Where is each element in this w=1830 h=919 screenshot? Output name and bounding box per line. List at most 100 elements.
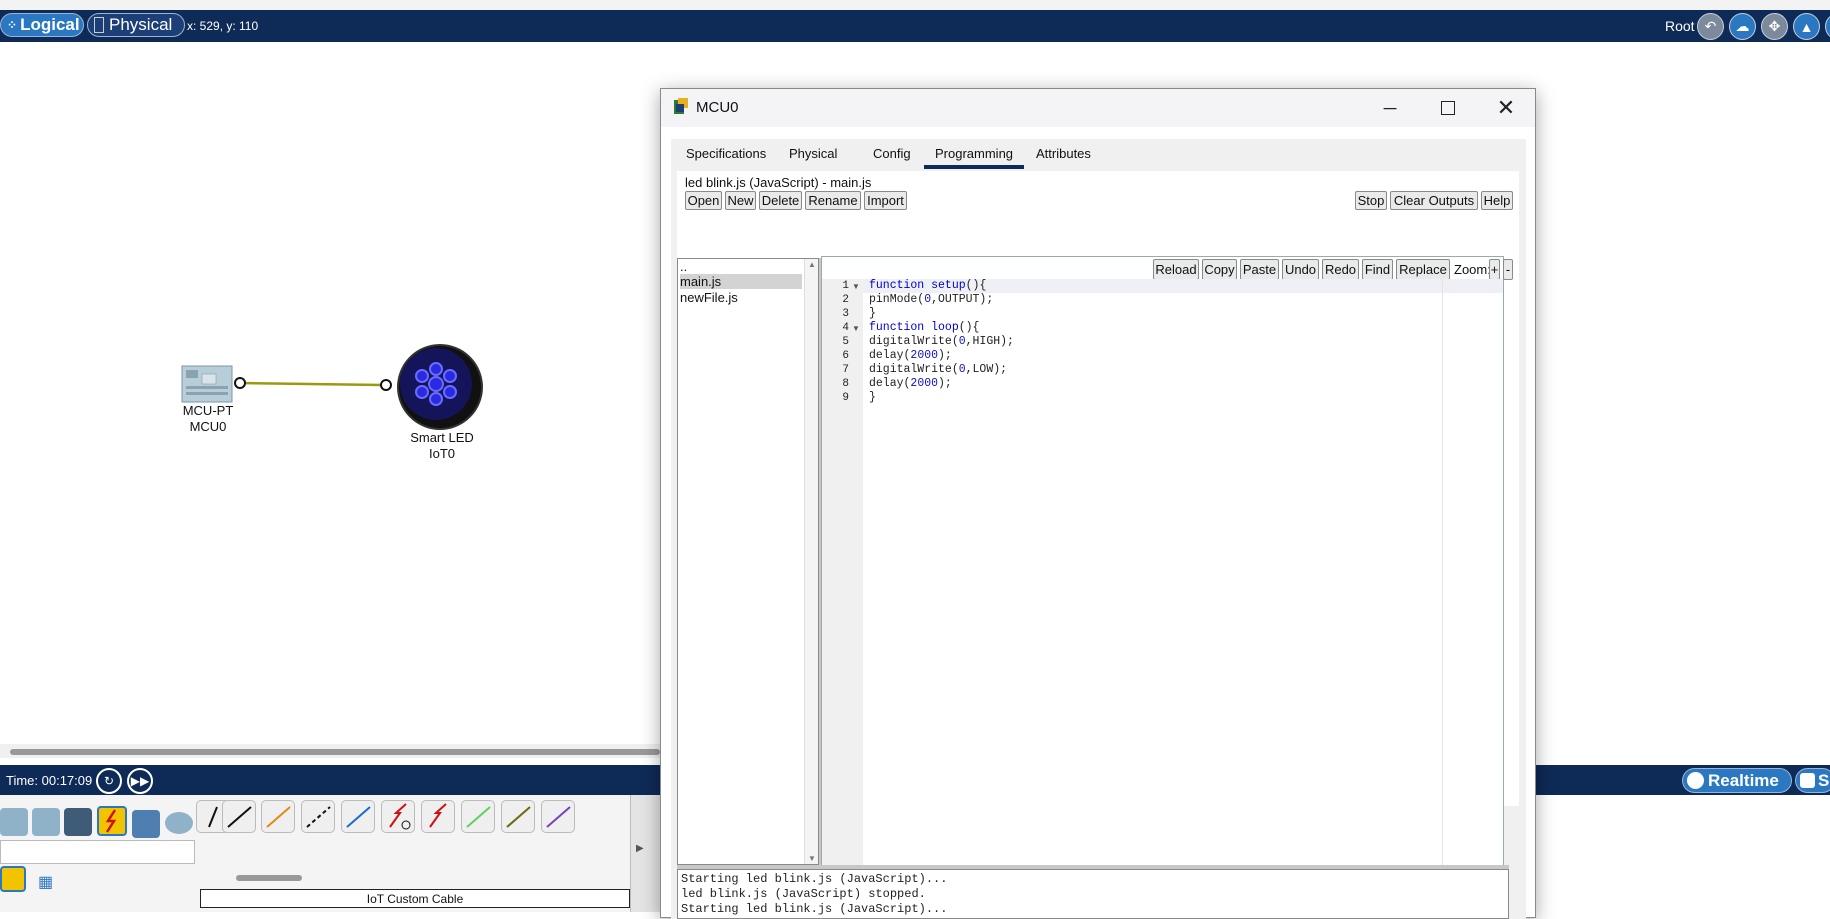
clear-outputs-button[interactable]: Clear Outputs (1390, 191, 1478, 210)
device-model: MCU-PT (182, 403, 234, 418)
code-line-1[interactable]: function setup(){ (869, 279, 986, 292)
workspace-canvas[interactable] (0, 42, 660, 742)
back-icon[interactable]: ↶ (1697, 13, 1724, 40)
device-model: Smart LED (410, 430, 474, 445)
logical-label: Logical (20, 15, 80, 34)
palette-divider[interactable]: ▶ (630, 795, 660, 912)
iot-link-line[interactable] (239, 381, 387, 387)
output-line: Starting led blink.js (JavaScript)... (681, 872, 948, 886)
expand-arrow-icon[interactable]: ▶ (636, 843, 644, 854)
redo-button[interactable]: Redo (1322, 259, 1359, 280)
serial-dte-cable-icon[interactable] (421, 800, 455, 833)
network-devices-icon[interactable] (0, 808, 28, 836)
crossover-cable-icon[interactable] (301, 800, 335, 833)
cluster-icon[interactable] (1825, 13, 1830, 40)
miscellaneous-icon[interactable] (132, 810, 160, 838)
connections-icon[interactable] (97, 806, 127, 836)
tab-attributes[interactable]: Attributes (1036, 143, 1091, 165)
palette-scrollbar-thumb[interactable] (236, 875, 302, 881)
usb-cable-icon[interactable] (541, 800, 575, 833)
move-icon[interactable]: ✥ (1761, 13, 1788, 40)
grid-icon[interactable]: ▦ (38, 872, 53, 892)
undo-button[interactable]: Undo (1282, 259, 1319, 280)
fold-arrow-icon[interactable]: ▼ (852, 324, 860, 333)
zoom-out-button[interactable]: - (1503, 259, 1513, 280)
mountain-icon[interactable]: ▲ (1793, 13, 1820, 40)
device-search-field[interactable] (0, 840, 195, 864)
simulation-mode-button[interactable]: S (1795, 768, 1830, 793)
link-endpoint-mcu (234, 377, 246, 389)
serial-dce-cable-icon[interactable] (381, 800, 415, 833)
stop-button[interactable]: Stop (1355, 191, 1387, 210)
scroll-down-icon[interactable]: ▼ (808, 854, 816, 863)
maximize-icon[interactable] (1419, 89, 1477, 127)
help-button[interactable]: Help (1481, 191, 1513, 210)
selected-connection-type-icon[interactable] (0, 866, 26, 892)
logical-view-button[interactable]: ⁘ Logical (0, 13, 84, 37)
simulation-icon (1800, 773, 1815, 788)
tab-specifications[interactable]: Specifications (686, 143, 766, 165)
code-line-7[interactable]: digitalWrite(0,LOW); (869, 363, 1007, 376)
reload-button[interactable]: Reload (1153, 259, 1199, 280)
fold-arrow-icon[interactable]: ▼ (852, 282, 860, 291)
dialog-titlebar[interactable]: MCU0 ─ ✕ (661, 89, 1535, 127)
tab-programming[interactable]: Programming (924, 143, 1025, 169)
list-item-parent[interactable]: .. (680, 259, 802, 274)
import-button[interactable]: Import (864, 191, 907, 210)
code-editor[interactable]: Reload Copy Paste Undo Redo Find Replace… (821, 256, 1513, 867)
lightning-icon (105, 809, 117, 833)
minimize-icon[interactable]: ─ (1361, 89, 1419, 127)
line-number: 4 (842, 322, 849, 334)
find-button[interactable]: Find (1362, 259, 1393, 280)
workspace-scrollbar[interactable] (0, 744, 660, 758)
realtime-mode-button[interactable]: Realtime (1682, 768, 1792, 793)
close-icon[interactable]: ✕ (1477, 89, 1535, 127)
file-list[interactable]: .. main.js newFile.js ▲ ▼ (677, 258, 819, 865)
code-line-2[interactable]: pinMode(0,OUTPUT); (869, 293, 993, 306)
coaxial-cable-icon[interactable] (461, 800, 495, 833)
code-line-8[interactable]: delay(2000); (869, 377, 952, 390)
zoom-label: Zoom: (1454, 262, 1491, 277)
file-list-scrollbar[interactable]: ▲ ▼ (804, 259, 818, 864)
copy-button[interactable]: Copy (1202, 259, 1237, 280)
device-name: MCU0 (189, 419, 227, 434)
fast-forward-icon[interactable]: ▶▶ (127, 768, 153, 794)
code-line-9[interactable]: } (869, 391, 876, 404)
mcu-dialog-window: MCU0 ─ ✕ Specifications Physical Config … (660, 88, 1536, 919)
console-cable-icon[interactable] (222, 800, 256, 833)
print-margin (1442, 279, 1443, 867)
line-number: 8 (842, 378, 849, 390)
list-item-main-js[interactable]: main.js (680, 274, 802, 289)
end-devices-icon[interactable] (32, 808, 60, 836)
scroll-up-icon[interactable]: ▲ (808, 260, 816, 269)
multiuser-icon[interactable] (165, 812, 193, 834)
logical-icon: ⁘ (7, 18, 18, 32)
code-line-3[interactable]: } (869, 307, 876, 320)
fiber-cable-icon[interactable] (341, 800, 375, 833)
paste-button[interactable]: Paste (1240, 259, 1279, 280)
simulation-time: Time: 00:17:09 (6, 773, 93, 788)
open-button[interactable]: Open (685, 191, 722, 210)
smart-led-device-icon[interactable] (397, 344, 483, 430)
straight-through-cable-icon[interactable] (261, 800, 295, 833)
zoom-in-button[interactable]: + (1489, 259, 1500, 280)
new-button[interactable]: New (725, 191, 756, 210)
cloud-icon[interactable]: ☁ (1729, 13, 1756, 40)
led-device-label: Smart LED IoT0 (397, 430, 487, 462)
components-icon[interactable] (64, 808, 92, 836)
line-number: 6 (842, 350, 849, 362)
list-item-newfile-js[interactable]: newFile.js (680, 290, 802, 305)
power-cycle-icon[interactable]: ↻ (96, 768, 122, 794)
replace-button[interactable]: Replace (1396, 259, 1450, 280)
tab-config[interactable]: Config (873, 143, 911, 165)
code-line-5[interactable]: digitalWrite(0,HIGH); (869, 335, 1014, 348)
rename-button[interactable]: Rename (805, 191, 861, 210)
code-line-6[interactable]: delay(2000); (869, 349, 952, 362)
scrollbar-thumb[interactable] (10, 749, 660, 755)
code-line-4[interactable]: function loop(){ (869, 321, 979, 334)
tab-physical[interactable]: Physical (789, 143, 837, 165)
iot-custom-cable-icon[interactable] (501, 800, 535, 833)
physical-view-button[interactable]: Physical (87, 13, 185, 37)
mcu-device-icon[interactable] (181, 365, 233, 403)
delete-button[interactable]: Delete (759, 191, 802, 210)
